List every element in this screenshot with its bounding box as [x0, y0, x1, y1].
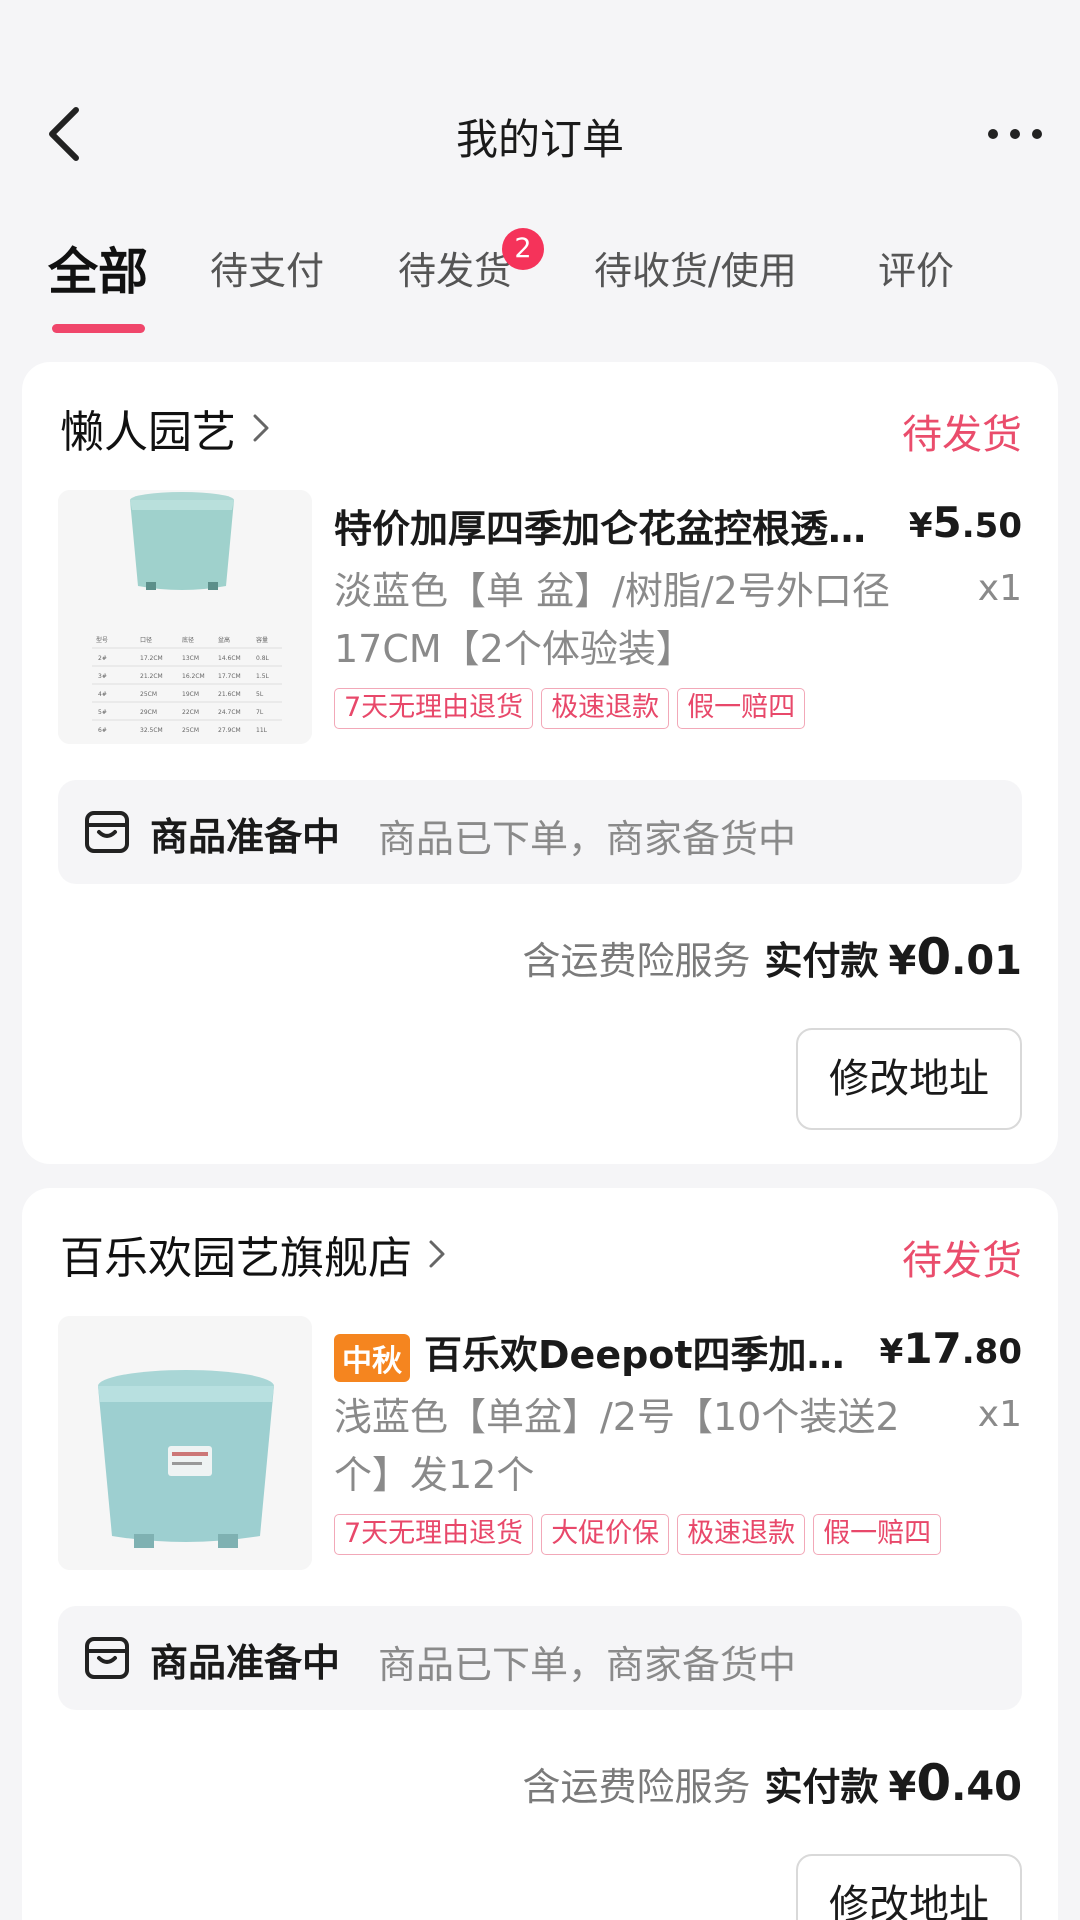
flower-pot-image: [58, 1316, 312, 1570]
product-image[interactable]: 型号 口径 底径 盆高 容量 2# 17.2CM 13CM 14.6CM 0.8…: [58, 490, 312, 744]
service-tag: 大促价保: [541, 1514, 670, 1555]
service-tag: 假一赔四: [813, 1514, 942, 1555]
svg-text:17.7CM: 17.7CM: [218, 673, 241, 680]
package-box-icon: [85, 1637, 129, 1679]
more-dots-icon: [988, 129, 998, 139]
svg-text:13CM: 13CM: [182, 655, 199, 662]
svg-text:24.7CM: 24.7CM: [218, 709, 241, 716]
page-title: 我的订单: [455, 115, 624, 164]
payment-summary: 含运费险服务 实付款 ¥0.40: [522, 1754, 1022, 1812]
svg-text:口径: 口径: [140, 636, 152, 644]
package-box-icon: [85, 811, 129, 853]
chevron-right-icon: [253, 414, 269, 442]
service-tag: 假一赔四: [677, 688, 806, 729]
svg-text:22CM: 22CM: [182, 709, 199, 716]
more-options-button[interactable]: [980, 108, 1050, 158]
payment-summary: 含运费险服务 实付款 ¥0.01: [522, 928, 1022, 986]
shop-name: 百乐欢园艺旗舰店: [60, 1233, 412, 1284]
progress-detail: 商品已下单，商家备货中: [378, 817, 797, 861]
svg-text:6#: 6#: [98, 727, 107, 734]
product-quantity: x1: [977, 568, 1022, 609]
product-quantity: x1: [977, 1394, 1022, 1435]
service-tag: 7天无理由退货: [334, 688, 534, 729]
svg-text:0.8L: 0.8L: [256, 655, 270, 662]
order-card[interactable]: 百乐欢园艺旗舰店 待发货 中秋百乐欢Deepot四季加仑盆塑料花盆 ¥17.80: [22, 1188, 1058, 1920]
service-tags: 7天无理由退货 极速退款 假一赔四: [334, 688, 806, 729]
tab-all[interactable]: 全部: [48, 232, 148, 304]
flower-pot-image: 型号 口径 底径 盆高 容量 2# 17.2CM 13CM 14.6CM 0.8…: [58, 490, 312, 744]
svg-text:5#: 5#: [98, 709, 107, 716]
paid-amount: ¥0.40: [888, 1754, 1023, 1812]
svg-text:32.5CM: 32.5CM: [140, 727, 163, 734]
progress-detail: 商品已下单，商家备货中: [378, 1643, 797, 1687]
svg-text:3#: 3#: [98, 673, 107, 680]
shop-name: 懒人园艺: [60, 407, 236, 458]
svg-text:14.6CM: 14.6CM: [218, 655, 241, 662]
svg-text:16.2CM: 16.2CM: [182, 673, 205, 680]
order-progress[interactable]: 商品准备中 商品已下单，商家备货中: [58, 780, 1022, 884]
svg-text:型号: 型号: [96, 636, 108, 644]
shipping-insurance-note: 含运费险服务: [522, 1765, 751, 1809]
shop-link[interactable]: 百乐欢园艺旗舰店: [60, 1224, 448, 1284]
paid-amount: ¥0.01: [888, 928, 1023, 986]
svg-text:容量: 容量: [256, 636, 268, 644]
modify-address-button[interactable]: 修改地址: [796, 1854, 1022, 1920]
promo-tag: 中秋: [334, 1333, 410, 1382]
tab-count-badge: 2: [502, 228, 544, 270]
service-tags: 7天无理由退货 大促价保 极速退款 假一赔四: [334, 1514, 942, 1555]
svg-text:2#: 2#: [98, 655, 107, 662]
order-status: 待发货: [902, 412, 1022, 458]
service-tag: 7天无理由退货: [334, 1514, 534, 1555]
tab-pending-shipment[interactable]: 待发货 2: [398, 228, 544, 295]
svg-text:5L: 5L: [256, 691, 264, 698]
tab-pending-payment[interactable]: 待支付: [210, 240, 324, 295]
svg-text:29CM: 29CM: [140, 709, 157, 716]
modify-address-button[interactable]: 修改地址: [796, 1028, 1022, 1130]
order-progress[interactable]: 商品准备中 商品已下单，商家备货中: [58, 1606, 1022, 1710]
tab-pending-receipt[interactable]: 待收货/使用: [594, 240, 797, 295]
chevron-right-icon: [429, 1240, 445, 1268]
order-card[interactable]: 懒人园艺 待发货 型号 口径 底径 盆高 容量 2# 17.2CM 13CM 1…: [22, 362, 1058, 1164]
svg-text:25CM: 25CM: [140, 691, 157, 698]
orders-page: 我的订单 全部 待支付 待发货 2 待收货/使用 评价 懒人园艺 待发货 型号 …: [0, 0, 1080, 1920]
order-tabs: 全部 待支付 待发货 2 待收货/使用 评价: [0, 220, 1080, 340]
svg-text:25CM: 25CM: [182, 727, 199, 734]
svg-text:1.5L: 1.5L: [256, 673, 270, 680]
service-tag: 极速退款: [541, 688, 670, 729]
product-spec: 淡蓝色【单 盆】/树脂/2号外口径17CM【2个体验装】: [334, 569, 890, 671]
product-title[interactable]: 特价加厚四季加仑花盆控根透气塑料树脂花盆: [334, 498, 879, 553]
progress-title: 商品准备中: [150, 815, 341, 859]
active-tab-indicator: [52, 324, 145, 333]
service-tag: 极速退款: [677, 1514, 806, 1555]
svg-text:盆高: 盆高: [218, 636, 230, 644]
svg-text:21.6CM: 21.6CM: [218, 691, 241, 698]
svg-text:底径: 底径: [182, 636, 194, 644]
svg-text:19CM: 19CM: [182, 691, 199, 698]
svg-text:4#: 4#: [98, 691, 107, 698]
svg-text:7L: 7L: [256, 709, 264, 716]
paid-label: 实付款: [764, 939, 879, 983]
product-price: ¥5.50: [908, 498, 1022, 547]
product-price: ¥17.80: [879, 1324, 1022, 1373]
svg-text:27.9CM: 27.9CM: [218, 727, 241, 734]
paid-label: 实付款: [764, 1765, 879, 1809]
svg-text:21.2CM: 21.2CM: [140, 673, 163, 680]
svg-text:11L: 11L: [256, 727, 268, 734]
product-spec: 浅蓝色【单盆】/2号【10个装送2个】发12个: [334, 1395, 900, 1497]
shop-link[interactable]: 懒人园艺: [60, 398, 272, 458]
shipping-insurance-note: 含运费险服务: [522, 939, 751, 983]
order-status: 待发货: [902, 1238, 1022, 1284]
top-bar: 我的订单: [0, 88, 1080, 178]
tab-review[interactable]: 评价: [878, 240, 954, 295]
product-image[interactable]: [58, 1316, 312, 1570]
progress-title: 商品准备中: [150, 1641, 341, 1685]
svg-text:17.2CM: 17.2CM: [140, 655, 163, 662]
product-title[interactable]: 中秋百乐欢Deepot四季加仑盆塑料花盆: [334, 1324, 879, 1382]
